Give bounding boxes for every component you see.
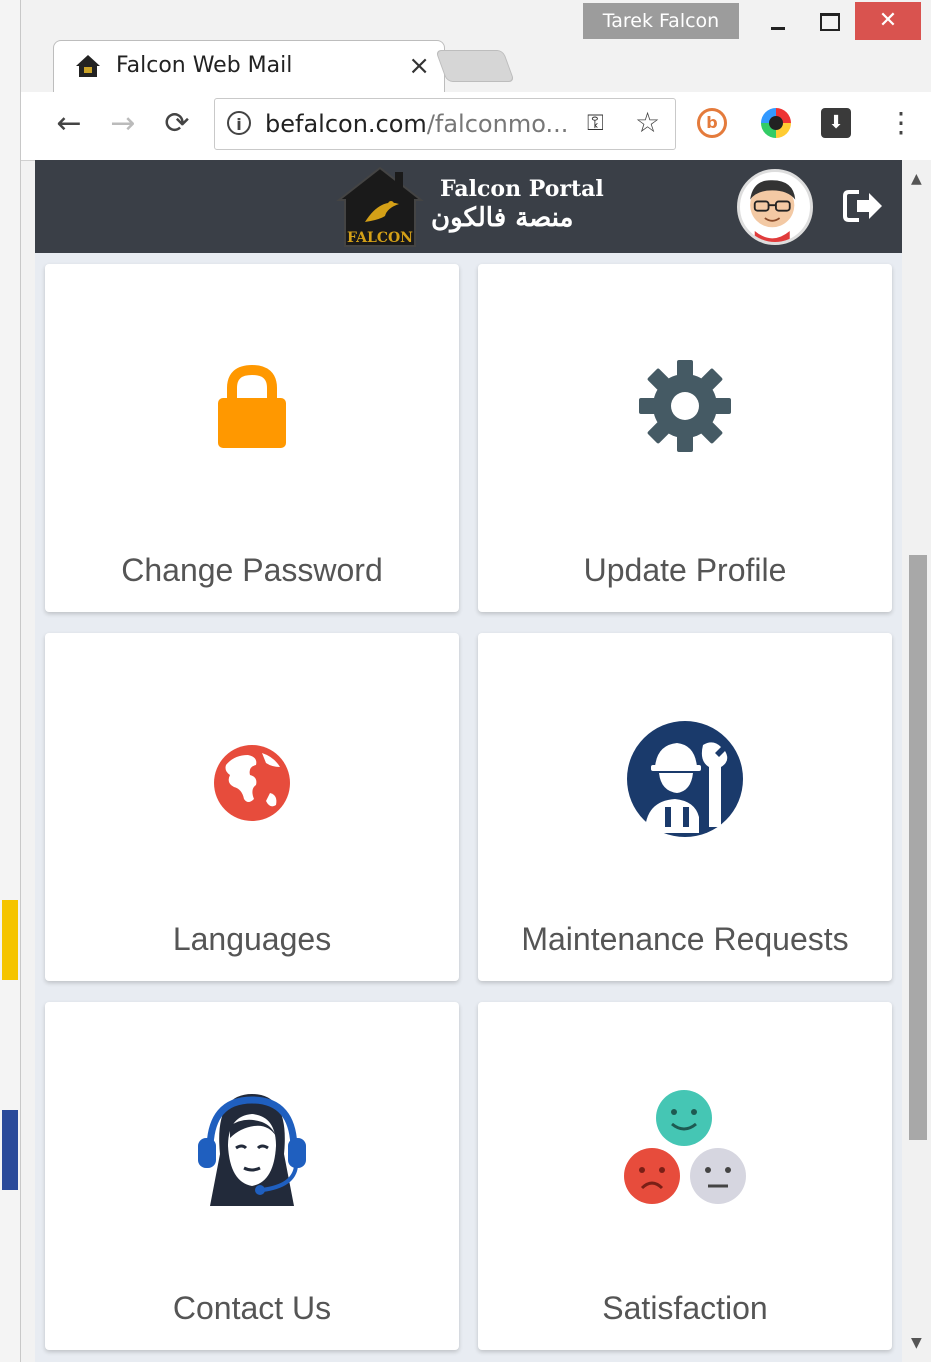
new-tab-button[interactable]	[435, 50, 515, 82]
page-scrollbar[interactable]: ▲ ▼	[902, 160, 931, 1362]
url-text[interactable]: befalcon.com/falconmo...	[265, 109, 568, 139]
logout-icon[interactable]	[841, 186, 885, 226]
address-bar[interactable]: i befalcon.com/falconmo... ⚿ ☆	[214, 98, 676, 150]
info-icon[interactable]: i	[227, 111, 251, 135]
support-agent-icon	[198, 1094, 306, 1206]
portal-title: Falcon Portal	[440, 176, 604, 202]
desktop-stripe	[2, 1110, 18, 1190]
tile-label: Languages	[172, 921, 332, 957]
browser-window: Tarek Falcon ✕ Falcon Web Mail × ← → ⟳ i…	[20, 0, 931, 1362]
reload-icon[interactable]: ⟳	[157, 104, 197, 144]
extension-color-icon[interactable]	[761, 108, 791, 138]
browser-toolbar: ← → ⟳ i befalcon.com/falconmo... ⚿ ☆ b ⬇…	[21, 92, 931, 161]
scroll-up-icon[interactable]: ▲	[911, 172, 922, 186]
scroll-down-icon[interactable]: ▼	[911, 1336, 922, 1350]
desktop-stripe	[2, 900, 18, 980]
extension-b-icon[interactable]: b	[697, 108, 727, 138]
profile-button[interactable]: Tarek Falcon	[583, 3, 739, 39]
back-arrow-icon[interactable]: ←	[49, 104, 89, 144]
tab-title: Falcon Web Mail	[116, 53, 293, 78]
tile-change-password[interactable]: Change Password	[45, 264, 459, 612]
title-bar: Tarek Falcon ✕ Falcon Web Mail ×	[21, 0, 931, 93]
technician-icon	[627, 721, 743, 837]
maximize-icon	[820, 13, 840, 31]
svg-text:FALCON: FALCON	[347, 230, 413, 246]
gear-icon	[639, 360, 731, 452]
globe-icon	[214, 745, 290, 821]
browser-menu-icon[interactable]: ⋮	[887, 106, 915, 140]
maximize-button[interactable]	[805, 2, 851, 40]
bookmark-star-icon[interactable]: ☆	[635, 107, 660, 139]
tile-label: Satisfaction	[602, 1290, 768, 1326]
desktop-background	[0, 0, 20, 1362]
falcon-logo[interactable]: FALCON	[335, 164, 425, 248]
tile-satisfaction[interactable]: Satisfaction	[478, 1002, 892, 1350]
tile-update-profile[interactable]: Update Profile	[478, 264, 892, 612]
forward-arrow-icon[interactable]: →	[103, 104, 143, 144]
tile-label: Update Profile	[583, 552, 787, 588]
key-icon[interactable]: ⚿	[587, 111, 604, 137]
portal-title-arabic: منصة فالكون	[431, 203, 574, 233]
lock-icon	[218, 364, 286, 448]
tile-label: Contact Us	[172, 1290, 332, 1326]
portal-header: FALCON Falcon Portal منصة فالكون	[35, 160, 902, 253]
extension-download-icon[interactable]: ⬇	[821, 108, 851, 138]
satisfaction-faces-icon	[624, 1090, 746, 1204]
tile-maintenance-requests[interactable]: Maintenance Requests	[478, 633, 892, 981]
avatar[interactable]	[737, 169, 813, 245]
user-avatar-icon	[750, 180, 796, 242]
house-favicon-icon	[76, 55, 100, 77]
minimize-icon	[771, 27, 785, 30]
close-window-button[interactable]: ✕	[855, 2, 921, 40]
page-viewport: FALCON Falcon Portal منصة فالكون Change …	[35, 160, 902, 1362]
tab-close-icon[interactable]: ×	[408, 51, 430, 81]
tab-falcon-web-mail[interactable]: Falcon Web Mail ×	[53, 40, 445, 93]
tile-label: Maintenance Requests	[521, 921, 849, 957]
minimize-button[interactable]	[755, 2, 801, 40]
scrollbar-thumb[interactable]	[909, 555, 927, 1140]
tile-contact-us[interactable]: Contact Us	[45, 1002, 459, 1350]
tile-languages[interactable]: Languages	[45, 633, 459, 981]
tile-label: Change Password	[121, 552, 383, 588]
